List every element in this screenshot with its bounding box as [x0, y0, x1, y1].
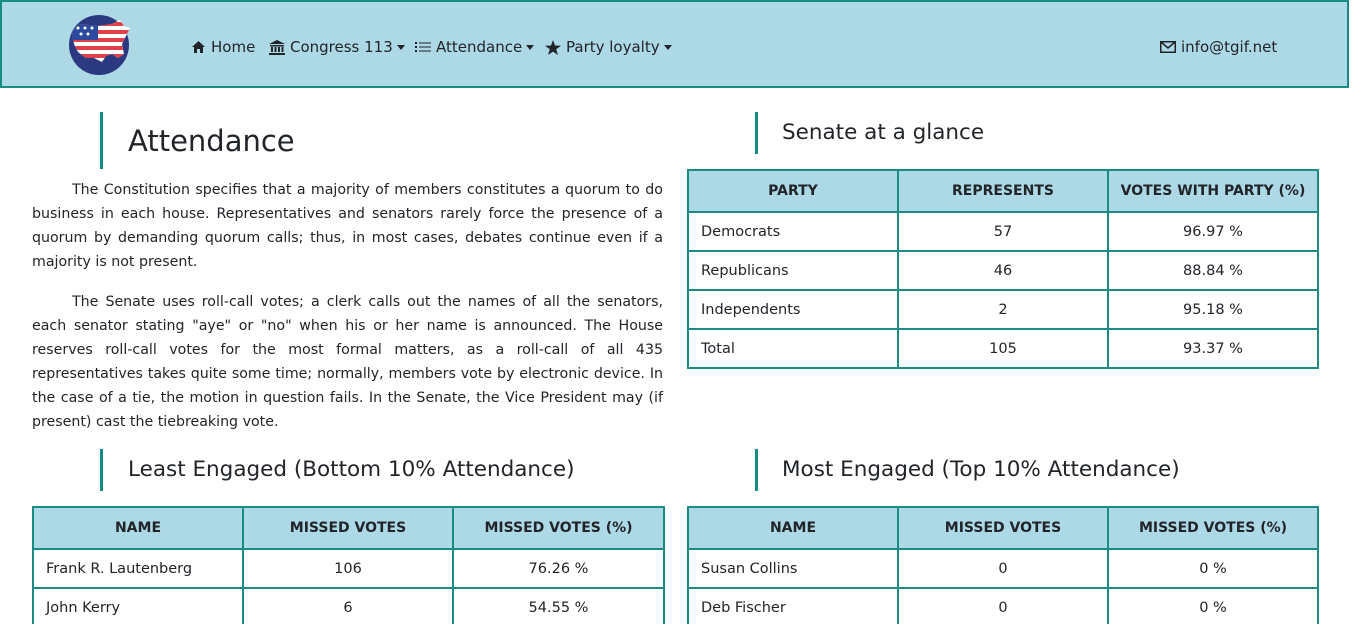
column-header[interactable]: MISSED VOTES (%)	[1107, 506, 1319, 550]
senator-name-cell: Frank R. Lautenberg	[32, 548, 244, 589]
senator-name-cell: John Kerry	[32, 587, 244, 624]
column-header[interactable]: PARTY	[687, 169, 899, 213]
table-row: Deb Fischer 0 0 %	[687, 587, 1319, 624]
nav-attendance-label: Attendance	[436, 38, 523, 56]
glance-title: Senate at a glance	[782, 120, 985, 145]
column-header[interactable]: VOTES WITH PARTY (%)	[1107, 169, 1319, 213]
chevron-down-icon	[663, 44, 672, 50]
least-engaged-title: Least Engaged (Bottom 10% Attendance)	[128, 457, 575, 482]
missed-votes-cell: 0	[897, 548, 1109, 589]
least-engaged-table: NAME MISSED VOTES MISSED VOTES (%) Frank…	[32, 506, 665, 624]
glance-heading: Senate at a glance	[755, 112, 1055, 154]
nav-congress-dropdown[interactable]: Congress 113	[269, 37, 405, 57]
table-row: Frank R. Lautenberg 106 76.26 %	[32, 548, 665, 589]
party-cell: Total	[687, 328, 899, 369]
email-label: info@tgif.net	[1181, 38, 1278, 56]
chevron-down-icon	[396, 44, 405, 50]
intro-paragraph-2: The Senate uses roll-call votes; a clerk…	[32, 294, 663, 430]
party-cell: Independents	[687, 289, 899, 330]
table-row: John Kerry 6 54.55 %	[32, 587, 665, 624]
page-title: Attendance	[128, 124, 295, 158]
intro-paragraph-1: The Constitution specifies that a majori…	[32, 182, 663, 270]
table-row: Republicans 46 88.84 %	[687, 250, 1319, 291]
navbar: Home Congress 113 Attendance Party loyal…	[0, 0, 1349, 88]
column-header[interactable]: NAME	[687, 506, 899, 550]
column-header[interactable]: MISSED VOTES	[897, 506, 1109, 550]
column-header[interactable]: MISSED VOTES	[242, 506, 454, 550]
column-header[interactable]: REPRESENTS	[897, 169, 1109, 213]
most-engaged-table: NAME MISSED VOTES MISSED VOTES (%) Susan…	[687, 506, 1319, 624]
represents-cell: 57	[897, 211, 1109, 252]
most-engaged-title: Most Engaged (Top 10% Attendance)	[782, 457, 1180, 482]
votes-pct-cell: 88.84 %	[1107, 250, 1319, 291]
nav-email-link[interactable]: info@tgif.net	[1160, 37, 1277, 57]
nav-party-loyalty-dropdown[interactable]: Party loyalty	[545, 37, 672, 57]
represents-cell: 46	[897, 250, 1109, 291]
column-header[interactable]: MISSED VOTES (%)	[452, 506, 665, 550]
senator-name-cell: Susan Collins	[687, 548, 899, 589]
least-engaged-heading: Least Engaged (Bottom 10% Attendance)	[100, 449, 620, 491]
chevron-down-icon	[526, 44, 535, 50]
senate-glance-table: PARTY REPRESENTS VOTES WITH PARTY (%) De…	[687, 169, 1319, 369]
party-cell: Republicans	[687, 250, 899, 291]
represents-cell: 105	[897, 328, 1109, 369]
nav-party-loyalty-label: Party loyalty	[566, 38, 660, 56]
nav-attendance-dropdown[interactable]: Attendance	[415, 37, 535, 57]
table-row: Total 105 93.37 %	[687, 328, 1319, 369]
star-icon	[545, 39, 561, 55]
nav-congress-label: Congress 113	[290, 38, 393, 56]
votes-pct-cell: 96.97 %	[1107, 211, 1319, 252]
bank-icon	[269, 39, 285, 55]
missed-votes-pct-cell: 0 %	[1107, 548, 1319, 589]
list-icon	[415, 39, 431, 55]
usa-map-flag-logo[interactable]	[68, 14, 134, 76]
table-row: Susan Collins 0 0 %	[687, 548, 1319, 589]
missed-votes-cell: 6	[242, 587, 454, 624]
votes-pct-cell: 93.37 %	[1107, 328, 1319, 369]
column-header[interactable]: NAME	[32, 506, 244, 550]
party-cell: Democrats	[687, 211, 899, 252]
missed-votes-pct-cell: 54.55 %	[452, 587, 665, 624]
table-row: Independents 2 95.18 %	[687, 289, 1319, 330]
missed-votes-pct-cell: 0 %	[1107, 587, 1319, 624]
attendance-heading: Attendance	[100, 112, 400, 169]
table-header-row: NAME MISSED VOTES MISSED VOTES (%)	[687, 506, 1319, 550]
missed-votes-cell: 106	[242, 548, 454, 589]
nav-home[interactable]: Home	[190, 37, 255, 57]
table-row: Democrats 57 96.97 %	[687, 211, 1319, 252]
senator-name-cell: Deb Fischer	[687, 587, 899, 624]
table-header-row: NAME MISSED VOTES MISSED VOTES (%)	[32, 506, 665, 550]
missed-votes-pct-cell: 76.26 %	[452, 548, 665, 589]
votes-pct-cell: 95.18 %	[1107, 289, 1319, 330]
home-icon	[190, 39, 206, 55]
table-header-row: PARTY REPRESENTS VOTES WITH PARTY (%)	[687, 169, 1319, 213]
most-engaged-heading: Most Engaged (Top 10% Attendance)	[755, 449, 1275, 491]
represents-cell: 2	[897, 289, 1109, 330]
missed-votes-cell: 0	[897, 587, 1109, 624]
envelope-icon	[1160, 39, 1176, 55]
nav-home-label: Home	[211, 38, 256, 56]
